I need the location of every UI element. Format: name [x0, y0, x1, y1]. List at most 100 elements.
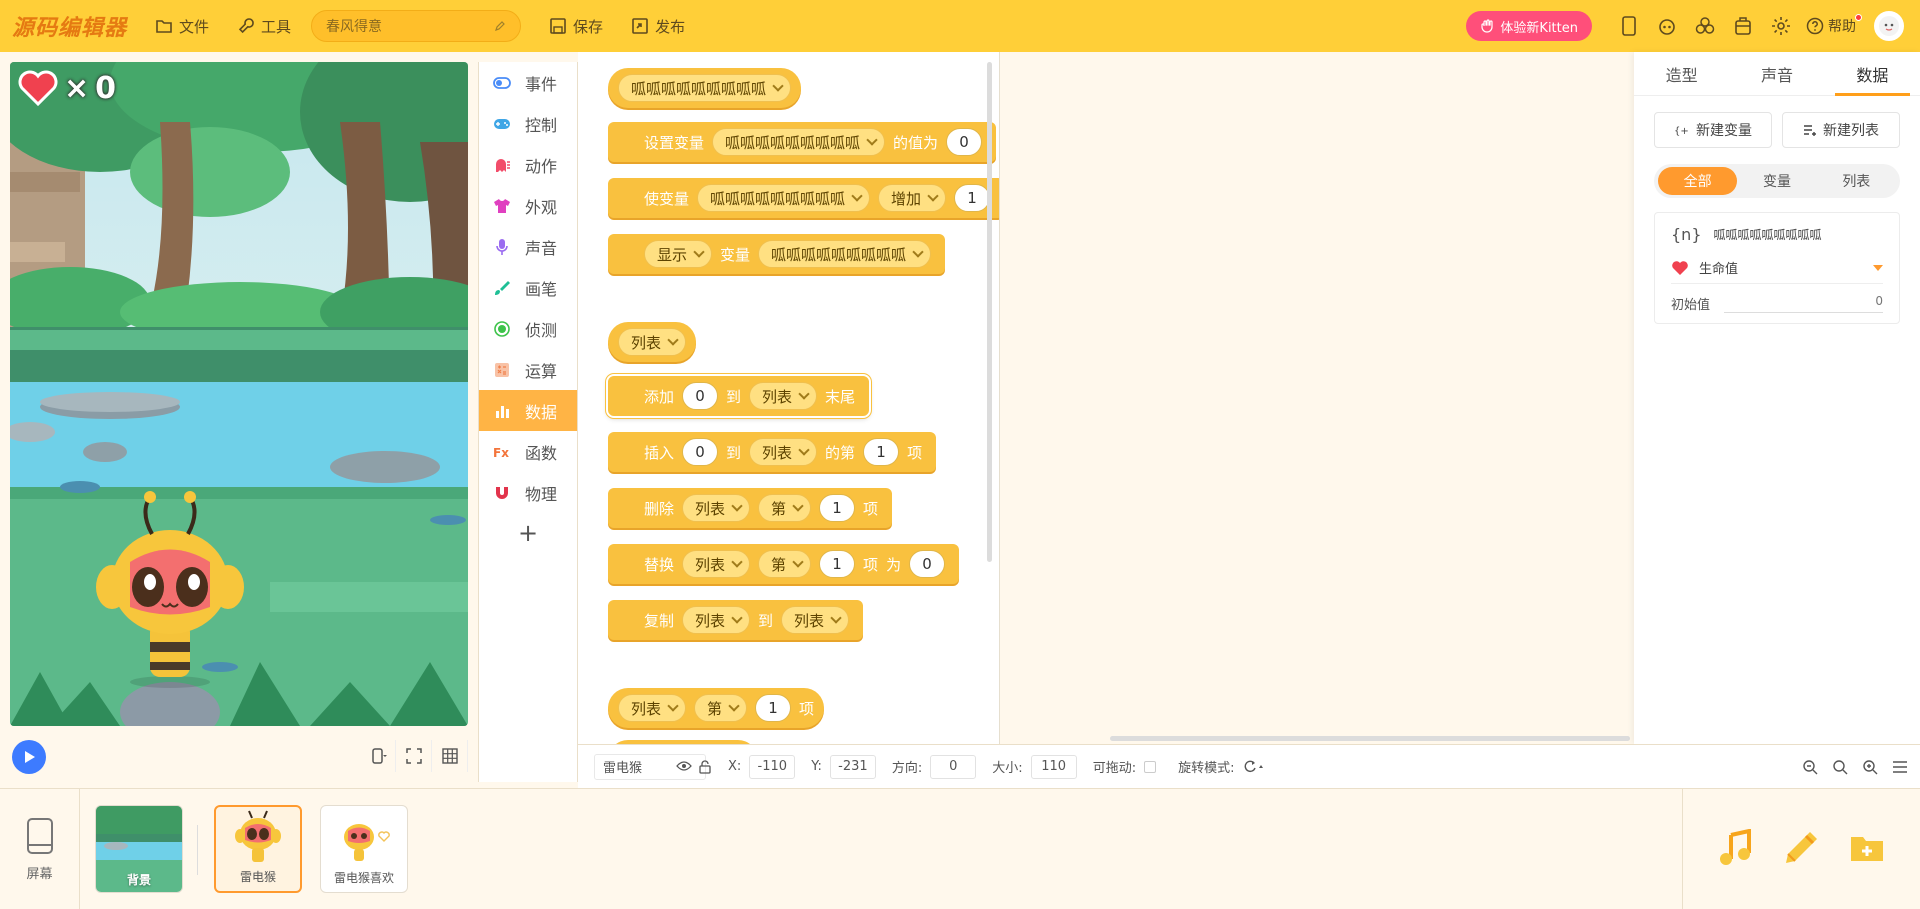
paint-editor-button[interactable]	[1782, 829, 1820, 871]
zoom-in-button[interactable]	[1858, 755, 1882, 779]
copy-list-block[interactable]: 复制 列表 到 列表	[608, 600, 864, 640]
list-dropdown[interactable]: 列表	[682, 550, 751, 578]
category-sound[interactable]: 声音	[479, 226, 577, 267]
try-kitten-button[interactable]: 体验新Kitten	[1466, 11, 1592, 41]
list-dropdown[interactable]: 列表	[682, 494, 751, 522]
list-dropdown[interactable]: 列表	[618, 328, 687, 356]
list-dropdown[interactable]: 列表	[682, 606, 751, 634]
category-events[interactable]: 事件	[479, 62, 577, 103]
category-pen[interactable]: 画笔	[479, 267, 577, 308]
category-looks[interactable]: 外观	[479, 185, 577, 226]
list-dropdown[interactable]: 列表	[749, 382, 818, 410]
script-workspace[interactable]	[1000, 52, 1634, 744]
category-data[interactable]: 数据	[479, 390, 577, 431]
category-physics[interactable]: 物理	[479, 472, 577, 513]
tools-menu[interactable]: 工具	[223, 0, 305, 52]
community-icon[interactable]	[1694, 15, 1716, 37]
screen-button[interactable]: 屏幕	[0, 789, 80, 909]
lock-icon[interactable]	[698, 759, 712, 774]
eye-icon[interactable]	[676, 760, 692, 772]
publish-button[interactable]: 发布	[617, 0, 699, 52]
direction-input[interactable]: 0	[930, 754, 977, 779]
grid-toggle-button[interactable]	[432, 740, 468, 772]
index-input[interactable]: 1	[819, 550, 856, 578]
menu-button[interactable]	[1888, 755, 1912, 779]
character-icon[interactable]	[1656, 15, 1678, 37]
filter-all[interactable]: 全部	[1658, 167, 1738, 195]
value-input[interactable]: 0	[946, 128, 983, 156]
list-dropdown[interactable]: 列表	[618, 694, 687, 722]
draggable-checkbox[interactable]	[1144, 760, 1157, 773]
sprite-thumb[interactable]: 雷电猴喜欢	[320, 805, 408, 893]
tablet-icon[interactable]	[1618, 15, 1640, 37]
add-to-list-block[interactable]: 添加 0 到 列表 末尾	[605, 374, 872, 418]
category-control[interactable]: 控制	[479, 103, 577, 144]
list-reporter-block[interactable]: 列表	[608, 322, 697, 362]
sprite-thumb-selected[interactable]: 雷电猴	[214, 805, 302, 893]
value-input[interactable]: 0	[909, 550, 946, 578]
item-of-list-block[interactable]: 列表 第 1 项	[608, 688, 825, 728]
category-operators[interactable]: 运算	[479, 349, 577, 390]
filter-lists[interactable]: 列表	[1817, 167, 1896, 195]
value-input[interactable]: 1	[954, 184, 991, 212]
nth-dropdown[interactable]: 第	[758, 550, 812, 578]
variable-dropdown[interactable]: 呱呱呱呱呱呱呱呱呱	[697, 184, 871, 212]
nth-dropdown[interactable]: 第	[694, 694, 748, 722]
rotate-mode-icon[interactable]	[1242, 760, 1264, 774]
variable-reporter-block[interactable]: 呱呱呱呱呱呱呱呱呱	[608, 68, 802, 108]
file-menu[interactable]: 文件	[141, 0, 223, 52]
new-list-button[interactable]: 新建列表	[1782, 112, 1900, 148]
filter-variables[interactable]: 变量	[1737, 167, 1816, 195]
backpack-icon[interactable]	[1732, 15, 1754, 37]
x-input[interactable]: -110	[749, 754, 796, 779]
variable-display-select[interactable]: 生命值	[1671, 258, 1883, 284]
stage-canvas[interactable]: × 0	[10, 62, 468, 726]
show-variable-block[interactable]: 显示 变量 呱呱呱呱呱呱呱呱呱	[608, 234, 946, 274]
category-functions[interactable]: Fx 函数	[479, 431, 577, 472]
category-motion[interactable]: 动作	[479, 144, 577, 185]
variable-name[interactable]: 呱呱呱呱呱呱呱呱呱	[1714, 226, 1822, 243]
tab-costumes[interactable]: 造型	[1634, 52, 1729, 95]
variable-dropdown[interactable]: 呱呱呱呱呱呱呱呱呱	[618, 74, 792, 102]
add-extension-button[interactable]: +	[479, 513, 577, 553]
show-hide-dropdown[interactable]: 显示	[644, 240, 713, 268]
change-variable-block[interactable]: 使变量 呱呱呱呱呱呱呱呱呱 增加 1	[608, 178, 999, 218]
tab-data[interactable]: 数据	[1825, 52, 1920, 96]
initial-value-input[interactable]: 0	[1724, 294, 1883, 313]
workspace-scrollbar[interactable]	[1110, 736, 1630, 741]
index-input[interactable]: 1	[863, 438, 900, 466]
size-input[interactable]: 110	[1030, 754, 1077, 779]
operation-dropdown[interactable]: 增加	[878, 184, 947, 212]
category-sensing[interactable]: 侦测	[479, 308, 577, 349]
zoom-out-button[interactable]	[1798, 755, 1822, 779]
index-input[interactable]: 1	[819, 494, 856, 522]
variable-card[interactable]: {n} 呱呱呱呱呱呱呱呱呱 生命值 初始值 0	[1654, 212, 1900, 324]
settings-gear-icon[interactable]	[1770, 15, 1792, 37]
insert-list-block[interactable]: 插入 0 到 列表 的第 1 项	[608, 432, 937, 472]
music-library-button[interactable]	[1717, 828, 1755, 871]
fullscreen-button[interactable]	[396, 740, 432, 772]
list-dropdown[interactable]: 列表	[781, 606, 850, 634]
save-button[interactable]: 保存	[535, 0, 617, 52]
value-input[interactable]: 0	[682, 382, 719, 410]
y-input[interactable]: -231	[829, 754, 876, 779]
nth-dropdown[interactable]: 第	[758, 494, 812, 522]
zoom-reset-button[interactable]	[1828, 755, 1852, 779]
user-avatar[interactable]	[1874, 11, 1904, 41]
help-button[interactable]: 帮助	[1806, 14, 1862, 36]
project-name-input[interactable]: 春风得意	[311, 10, 522, 42]
tab-sounds[interactable]: 声音	[1729, 52, 1824, 95]
value-input[interactable]: 0	[682, 438, 719, 466]
variable-dropdown[interactable]: 呱呱呱呱呱呱呱呱呱	[712, 128, 886, 156]
play-button[interactable]	[12, 740, 46, 774]
sprite-thumb-background[interactable]: 背景	[95, 805, 183, 893]
set-variable-block[interactable]: 设置变量 呱呱呱呱呱呱呱呱呱 的值为 0	[608, 122, 997, 162]
device-switch-button[interactable]	[360, 740, 396, 772]
new-variable-button[interactable]: {+} 新建变量	[1654, 112, 1772, 148]
index-input[interactable]: 1	[755, 694, 792, 722]
local-upload-button[interactable]	[1848, 829, 1886, 871]
delete-list-block[interactable]: 删除 列表 第 1 项	[608, 488, 893, 528]
variable-dropdown[interactable]: 呱呱呱呱呱呱呱呱呱	[758, 240, 932, 268]
replace-list-block[interactable]: 替换 列表 第 1 项 为 0	[608, 544, 960, 584]
palette-scrollbar[interactable]	[987, 62, 992, 562]
